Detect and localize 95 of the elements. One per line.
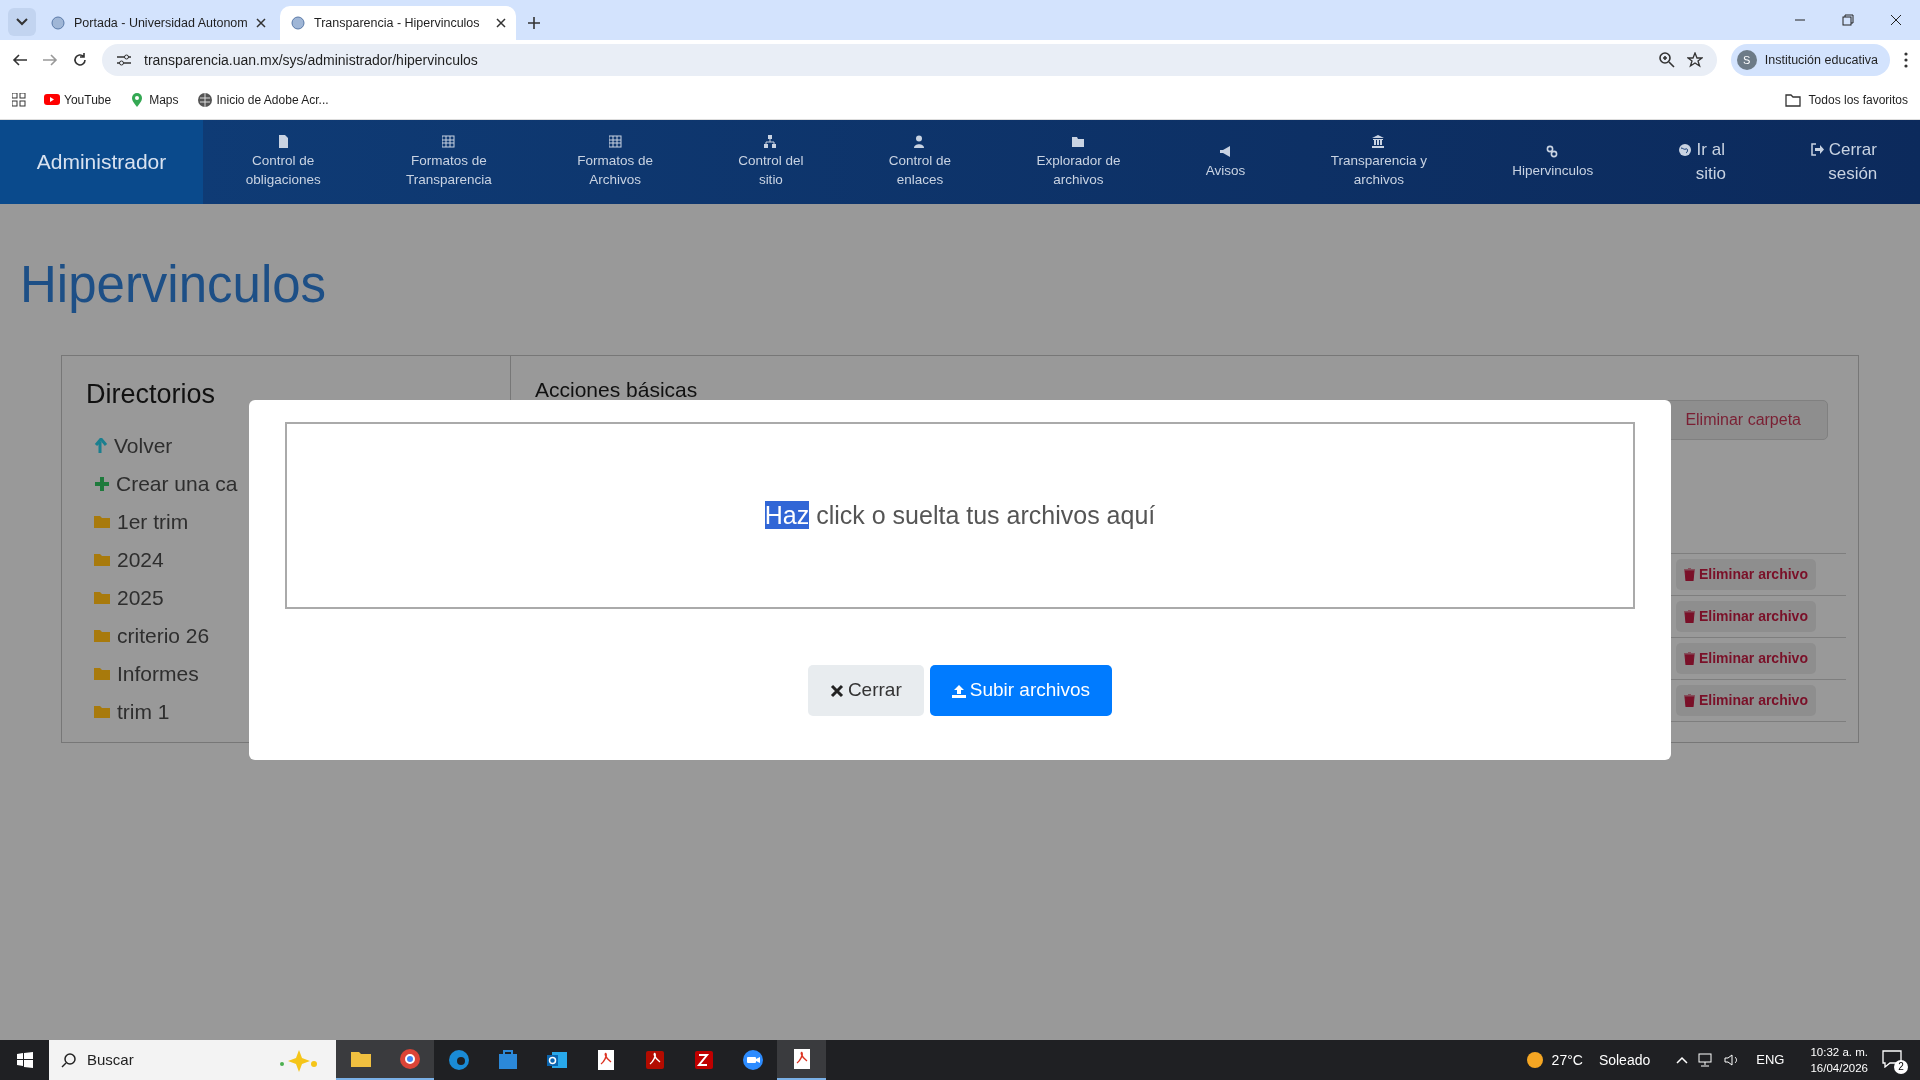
avatar-icon: S <box>1736 50 1757 70</box>
globe-icon <box>1678 143 1692 157</box>
more-menu-icon[interactable] <box>1904 52 1908 68</box>
notification-count: 2 <box>1894 1060 1908 1074</box>
nav-link[interactable]: Transparencia y archivos <box>1330 135 1427 189</box>
nav-link[interactable]: Control del sitio <box>738 135 804 189</box>
tab-list-button[interactable] <box>8 8 36 36</box>
close-icon[interactable] <box>256 18 266 28</box>
play-logo-icon <box>44 91 60 108</box>
sign-out-icon <box>1811 143 1825 157</box>
browser-icon <box>398 1048 421 1070</box>
bookmark-link[interactable]: YouTube <box>44 90 112 109</box>
nav-link[interactable]: Formatos de Transparencia <box>406 135 492 189</box>
video-call-icon <box>741 1049 764 1071</box>
table-icon <box>608 135 622 149</box>
network-icon[interactable] <box>1698 1053 1715 1067</box>
chevron-down-icon <box>16 18 28 26</box>
up-arrow-icon <box>94 437 108 454</box>
close-button[interactable]: Cerrar <box>807 665 924 716</box>
user-icon <box>913 135 927 149</box>
zoom-icon[interactable] <box>1658 52 1675 68</box>
folder-icon <box>94 551 111 568</box>
folder-icon <box>94 627 111 644</box>
mail-icon <box>545 1049 568 1071</box>
store-icon <box>496 1049 519 1071</box>
taskbar-app[interactable] <box>777 1040 826 1080</box>
ftp-icon <box>692 1049 715 1071</box>
new-tab-icon[interactable] <box>528 17 540 29</box>
nav-link[interactable]: Explorador de archivos <box>1036 135 1121 189</box>
nav-link[interactable]: Cerrar sesión <box>1811 138 1878 186</box>
weather-widget[interactable]: 27°C Soleado <box>1525 1049 1651 1071</box>
back-icon[interactable] <box>12 52 28 68</box>
sun-icon <box>1525 1051 1544 1069</box>
plus-icon <box>94 475 110 492</box>
upload-icon <box>951 683 966 698</box>
directory-item[interactable]: Informes <box>86 654 486 693</box>
nav-link[interactable]: Hipervinculos <box>1512 144 1594 180</box>
language-indicator[interactable]: ENG <box>1756 1050 1785 1070</box>
brand-link[interactable]: Administrador <box>0 120 203 204</box>
site-settings-icon[interactable] <box>116 53 132 67</box>
nav-link[interactable]: Ir al sitio <box>1678 138 1726 186</box>
table-icon <box>442 135 456 149</box>
document-icon <box>643 1049 666 1071</box>
close-icon <box>829 683 844 698</box>
browser-icon <box>447 1049 470 1071</box>
nav-link[interactable]: Formatos de Archivos <box>577 135 653 189</box>
bank-icon <box>1372 135 1386 149</box>
bookmark-link[interactable]: Todos los favoritos <box>1784 90 1908 109</box>
nav-link[interactable]: Avisos <box>1205 144 1246 180</box>
globe-icon <box>196 91 213 108</box>
chevron-up-icon[interactable] <box>1676 1056 1689 1064</box>
document-icon <box>276 135 290 149</box>
section-title: Directorios <box>86 378 217 412</box>
profile-button[interactable]: S Institución educativa <box>1730 44 1890 76</box>
clock[interactable]: 10:32 a. m. 16/04/2026 <box>1810 1044 1868 1076</box>
folder-icon <box>94 589 111 606</box>
trash-icon <box>1684 568 1695 582</box>
browser-tab[interactable]: Transparencia - Hipervinculos <box>280 6 516 40</box>
folder-icon <box>94 703 111 720</box>
link-icon <box>1546 144 1560 159</box>
apps-grid-icon[interactable] <box>12 92 26 107</box>
trash-icon <box>1684 652 1695 666</box>
sitemap-icon <box>764 135 778 149</box>
taskbar-app[interactable] <box>336 1040 385 1080</box>
star-icon[interactable] <box>1686 52 1703 68</box>
folder-icon <box>1784 92 1801 107</box>
folder-icon <box>94 513 111 530</box>
nav-link[interactable]: Control de obligaciones <box>245 135 321 189</box>
nav-link[interactable]: Control de enlaces <box>888 135 952 189</box>
folder-icon <box>94 665 111 682</box>
close-icon[interactable] <box>1890 14 1902 26</box>
file-drop-zone[interactable]: Haz click o suelta tus archivos aquí <box>285 422 1635 609</box>
megaphone-icon <box>1219 144 1233 159</box>
section-title: Acciones básicas <box>535 377 699 404</box>
folder-icon <box>1072 135 1085 149</box>
notifications-button[interactable]: 2 <box>1882 1050 1904 1070</box>
directory-item[interactable]: criterio 26 <box>86 616 486 655</box>
search-icon <box>61 1052 77 1068</box>
reload-icon[interactable] <box>72 52 88 68</box>
upload-button[interactable]: Subir archivos <box>929 665 1113 716</box>
trash-icon <box>1684 610 1695 624</box>
trash-icon <box>1684 694 1695 708</box>
search-field[interactable]: Buscar <box>49 1040 336 1080</box>
close-icon[interactable] <box>496 18 506 28</box>
speech-bubble-icon <box>1882 1050 1902 1068</box>
windows-logo-icon <box>16 1052 33 1068</box>
restore-icon[interactable] <box>1842 14 1854 26</box>
drop-message: Haz click o suelta tus archivos aquí <box>764 499 1156 531</box>
directory-item[interactable]: trim 1 <box>86 692 486 731</box>
forward-icon[interactable] <box>42 52 58 68</box>
bookmark-link[interactable]: Maps <box>129 90 179 109</box>
taskbar-app[interactable] <box>385 1040 434 1080</box>
bookmark-link[interactable]: Inicio de Adobe Acr... <box>196 90 329 109</box>
page-title: Hipervinculos <box>19 255 328 315</box>
browser-tab[interactable]: Portada - Universidad Autonom <box>40 6 276 40</box>
